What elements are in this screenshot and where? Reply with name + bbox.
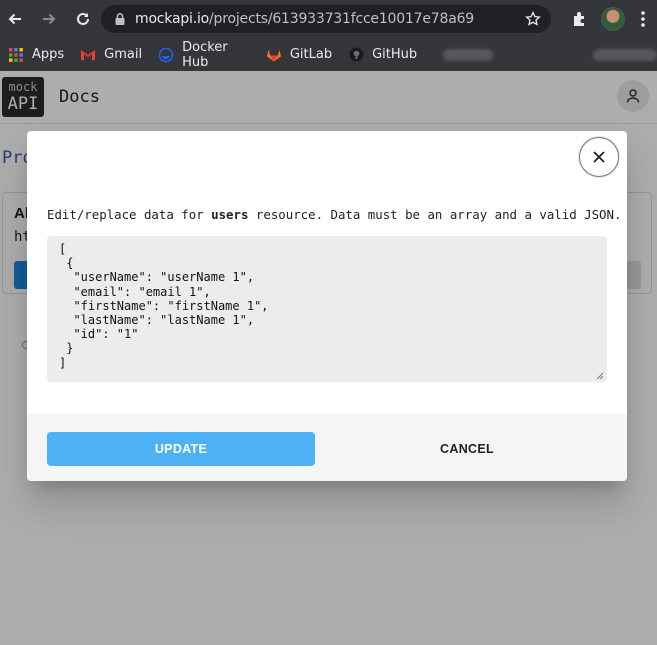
page-content: mock API Docs Pro Al ht Edit/replace dat… [0,71,657,645]
close-icon [593,151,605,163]
bookmark-label: Docker Hub [182,39,228,70]
bookmark-label: Gmail [104,47,143,62]
cancel-button[interactable]: CANCEL [337,432,597,466]
browser-toolbar: mockapi.io/projects/613933731fcce10017e7… [0,0,657,38]
desc-suffix: resource. Data must be an array and a va… [248,207,622,222]
extensions-puzzle-icon[interactable] [571,10,589,28]
lock-icon [115,12,125,25]
bookmark-apps[interactable]: Apps [8,47,64,63]
bookmark-label: GitHub [372,47,418,62]
bookmark-label: Apps [32,47,65,62]
edit-data-dialog: Edit/replace data for users resource. Da… [27,131,627,481]
reload-button[interactable] [70,6,96,32]
reload-icon [77,12,89,25]
close-dialog-button[interactable] [579,137,619,177]
json-data-textarea[interactable]: [ { "userName": "userName 1", "email": "… [47,236,607,382]
resize-handle-icon[interactable] [595,371,604,380]
forward-button[interactable] [36,6,62,32]
address-bar[interactable]: mockapi.io/projects/613933731fcce10017e7… [101,5,551,33]
dialog-footer: UPDATE CANCEL [27,414,627,481]
apps-grid-icon [8,47,24,63]
bookmark-star-icon[interactable] [525,11,541,27]
arrow-left-icon [8,13,21,25]
bookmarks-bar: Apps Gmail Docker Hub GitLab GitHub [0,38,657,72]
arrow-right-icon [43,13,56,25]
gitlab-icon [266,47,282,63]
resource-name-bold: users [211,207,249,222]
bookmark-gitlab[interactable]: GitLab [266,47,332,63]
docker-icon [158,47,174,63]
back-button[interactable] [2,6,28,32]
blurred-bookmark[interactable] [443,48,493,61]
url-text: mockapi.io/projects/613933731fcce10017e7… [135,11,475,27]
github-icon [348,47,364,63]
dialog-description: Edit/replace data for users resource. Da… [47,207,621,222]
gmail-icon [80,47,96,63]
bookmark-label: GitLab [289,47,333,62]
blurred-bookmark[interactable] [592,48,657,61]
desc-prefix: Edit/replace data for [47,207,212,222]
chrome-menu-button[interactable] [635,10,651,28]
update-button[interactable]: UPDATE [47,432,315,466]
bookmark-docker-hub[interactable]: Docker Hub [158,40,250,70]
profile-avatar[interactable] [601,7,625,31]
bookmark-gmail[interactable]: Gmail [80,47,142,63]
more-vertical-icon [641,11,645,27]
bookmark-github[interactable]: GitHub [348,47,417,63]
